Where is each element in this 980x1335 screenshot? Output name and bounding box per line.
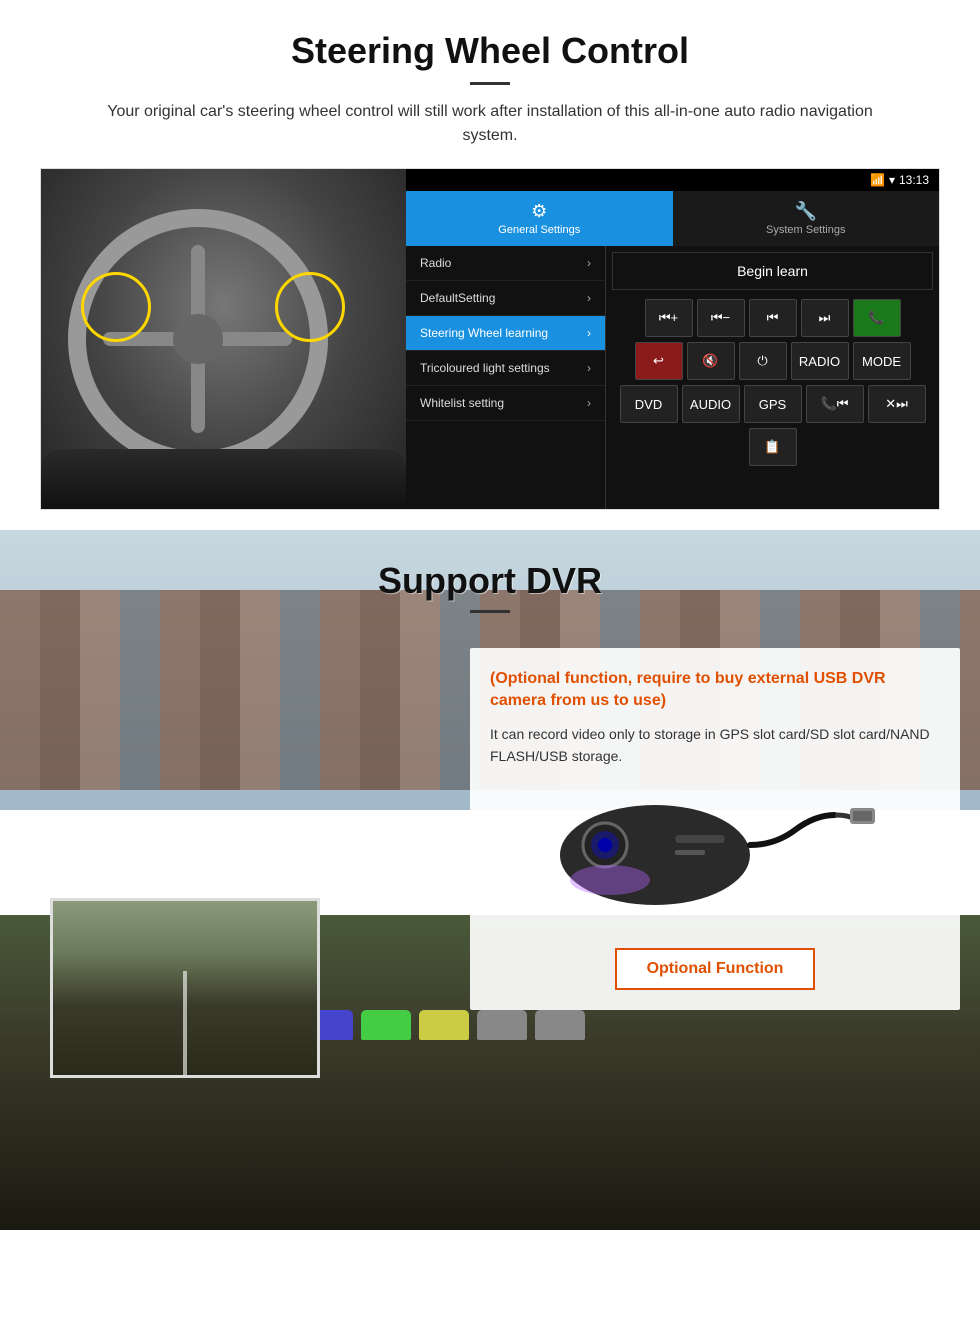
system-icon: 🔧: [795, 201, 817, 222]
android-ui-panel: 📶 ▾ 13:13 ⚙ General Settings 🔧 System Se…: [406, 169, 939, 509]
ctrl-radio[interactable]: RADIO: [791, 342, 849, 380]
ctrl-vol-up[interactable]: ⏮+: [645, 299, 693, 337]
steering-section: Steering Wheel Control Your original car…: [0, 0, 980, 530]
ctrl-next-track[interactable]: ⏭: [801, 299, 849, 337]
ctrl-power[interactable]: ⏻: [739, 342, 787, 380]
android-main-area: Radio › DefaultSetting › Steering Wheel …: [406, 246, 939, 509]
dvr-thumbnail: [50, 898, 320, 1078]
chevron-icon: ›: [587, 326, 591, 340]
menu-radio-label: Radio: [420, 256, 451, 270]
android-statusbar: 📶 ▾ 13:13: [406, 169, 939, 191]
ctrl-row-1: ⏮+ ⏮− ⏮ ⏭ 📞: [612, 299, 933, 337]
ctrl-hangup[interactable]: ↩: [635, 342, 683, 380]
dvr-section: Support DVR (Optional function, require …: [0, 530, 980, 1230]
optional-function-button[interactable]: Optional Function: [615, 948, 816, 990]
ctrl-phone[interactable]: 📞: [853, 299, 901, 337]
tab-general-label: General Settings: [498, 224, 580, 236]
menu-tricolour-label: Tricoloured light settings: [420, 361, 550, 375]
menu-item-steering-learning[interactable]: Steering Wheel learning ›: [406, 316, 605, 351]
dvr-left-panel: [20, 648, 450, 1098]
menu-default-label: DefaultSetting: [420, 291, 495, 305]
menu-item-defaultsetting[interactable]: DefaultSetting ›: [406, 281, 605, 316]
android-content-area: Begin learn ⏮+ ⏮− ⏮ ⏭ 📞 ↩ 🔇 ⏻ RADI: [606, 246, 939, 509]
ctrl-audio[interactable]: AUDIO: [682, 385, 740, 423]
menu-item-radio[interactable]: Radio ›: [406, 246, 605, 281]
ctrl-row-4: 📋: [612, 428, 933, 466]
menu-item-tricoloured[interactable]: Tricoloured light settings ›: [406, 351, 605, 386]
begin-learn-button[interactable]: Begin learn: [612, 252, 933, 290]
steering-ring: [68, 209, 328, 469]
dvr-title-area: Support DVR: [0, 530, 980, 628]
android-tabs: ⚙ General Settings 🔧 System Settings: [406, 191, 939, 246]
status-wifi: ▾: [889, 173, 895, 187]
dvr-camera-illustration: [490, 768, 940, 928]
title-divider: [470, 82, 510, 85]
dvr-divider: [470, 610, 510, 613]
tab-general-settings[interactable]: ⚙ General Settings: [406, 191, 673, 246]
menu-whitelist-label: Whitelist setting: [420, 396, 504, 410]
tab-system-settings[interactable]: 🔧 System Settings: [673, 191, 940, 246]
dashboard: [41, 449, 406, 509]
dvr-description: It can record video only to storage in G…: [490, 723, 940, 768]
dvr-info-box: (Optional function, require to buy exter…: [470, 648, 960, 1010]
gear-icon: ⚙: [531, 201, 547, 222]
ctrl-mute[interactable]: 🔇: [687, 342, 735, 380]
ctrl-phone-prev[interactable]: 📞⏮: [806, 385, 864, 423]
dvr-right-panel: (Optional function, require to buy exter…: [470, 648, 960, 1098]
android-menu: Radio › DefaultSetting › Steering Wheel …: [406, 246, 606, 509]
tab-system-label: System Settings: [766, 224, 845, 236]
ctrl-row-3: DVD AUDIO GPS 📞⏮ ✕⏭: [612, 385, 933, 423]
ctrl-vol-down[interactable]: ⏮−: [697, 299, 745, 337]
dvr-title: Support DVR: [0, 560, 980, 602]
steering-title: Steering Wheel Control: [40, 30, 940, 72]
ctrl-row-2: ↩ 🔇 ⏻ RADIO MODE: [612, 342, 933, 380]
dvr-optional-note: (Optional function, require to buy exter…: [490, 668, 940, 713]
chevron-icon: ›: [587, 256, 591, 270]
status-signal: 📶: [870, 173, 885, 187]
camera-svg: [555, 790, 875, 920]
chevron-icon: ›: [587, 291, 591, 305]
steering-photo: ➜: [41, 169, 406, 509]
steering-description: Your original car's steering wheel contr…: [80, 100, 900, 148]
highlight-circle-right: [275, 272, 345, 342]
chevron-icon: ›: [587, 361, 591, 375]
steering-hub: [173, 314, 223, 364]
dvr-thumbnail-inner: [53, 901, 317, 1075]
dvr-content-area: (Optional function, require to buy exter…: [0, 648, 980, 1098]
highlight-circle-left: [81, 272, 151, 342]
menu-steering-label: Steering Wheel learning: [420, 326, 548, 340]
chevron-icon: ›: [587, 396, 591, 410]
ctrl-x-next[interactable]: ✕⏭: [868, 385, 926, 423]
ctrl-misc[interactable]: 📋: [749, 428, 797, 466]
ctrl-gps[interactable]: GPS: [744, 385, 802, 423]
steering-wheel: [68, 209, 328, 469]
steering-content-wrapper: ➜ 📶 ▾ 13:13 ⚙ General Settings 🔧 System …: [40, 168, 940, 510]
status-time: 13:13: [899, 173, 929, 187]
ctrl-mode[interactable]: MODE: [853, 342, 911, 380]
menu-item-whitelist[interactable]: Whitelist setting ›: [406, 386, 605, 421]
dvr-road-line: [183, 971, 187, 1075]
ctrl-dvd[interactable]: DVD: [620, 385, 678, 423]
ctrl-prev-track[interactable]: ⏮: [749, 299, 797, 337]
